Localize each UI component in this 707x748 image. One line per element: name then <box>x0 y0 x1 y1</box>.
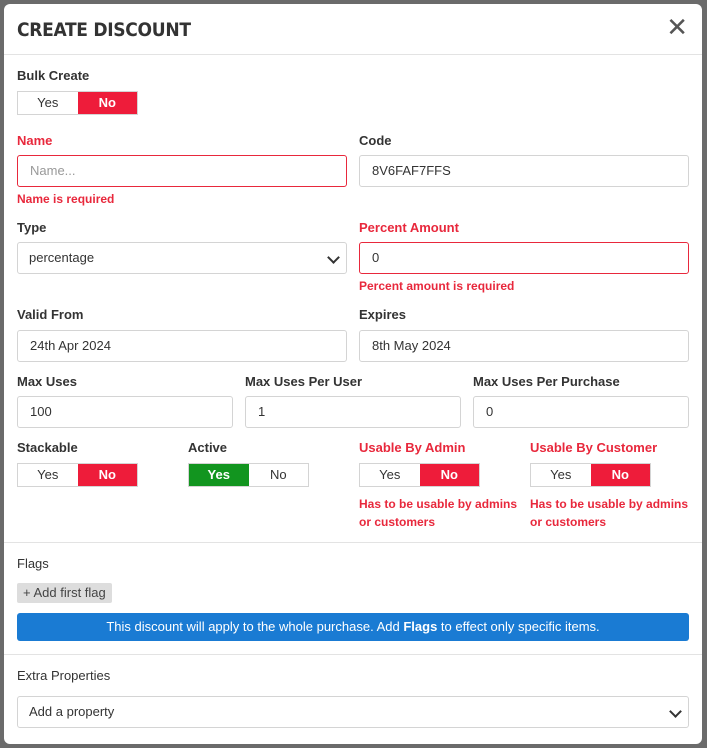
percent-amount-label: Percent Amount <box>359 220 459 235</box>
max-uses-per-purchase-field[interactable]: 0 <box>473 396 689 428</box>
banner-text-post: to effect only specific items. <box>437 619 600 634</box>
usable-by-customer-yes[interactable]: Yes <box>531 464 591 486</box>
banner-text-bold: Flags <box>403 619 438 634</box>
chevron-down-icon <box>669 705 682 718</box>
max-uses-per-user-label: Max Uses Per User <box>245 374 363 389</box>
usable-by-admin-error-1: Has to be usable by admins <box>359 497 518 511</box>
max-uses-per-purchase-label: Max Uses Per Purchase <box>473 374 620 389</box>
usable-by-admin-toggle: Yes No <box>359 463 480 487</box>
stackable-no[interactable]: No <box>77 464 137 486</box>
section-divider <box>4 654 702 655</box>
chevron-down-icon <box>327 251 340 264</box>
bulk-create-yes[interactable]: Yes <box>18 92 78 114</box>
usable-by-admin-yes[interactable]: Yes <box>360 464 420 486</box>
valid-from-field[interactable]: 24th Apr 2024 <box>17 330 347 362</box>
close-icon[interactable]: ✕ <box>666 14 688 40</box>
max-uses-label: Max Uses <box>17 374 77 389</box>
add-property-select-value: Add a property <box>29 704 115 719</box>
usable-by-admin-label: Usable By Admin <box>359 440 466 455</box>
percent-amount-field[interactable]: 0 <box>359 242 689 274</box>
usable-by-admin-error-2: or customers <box>359 515 436 529</box>
valid-from-label: Valid From <box>17 307 84 322</box>
create-discount-modal: CREATE DISCOUNT ✕ Bulk Create Yes No Nam… <box>4 4 702 744</box>
active-toggle: Yes No <box>188 463 309 487</box>
expires-label: Expires <box>359 307 406 322</box>
add-first-flag-label: Add first flag <box>33 585 106 600</box>
bulk-create-label: Bulk Create <box>17 68 90 83</box>
extra-properties-label: Extra Properties <box>17 668 111 683</box>
expires-field[interactable]: 8th May 2024 <box>359 330 689 362</box>
active-label: Active <box>188 440 228 455</box>
bulk-create-toggle: Yes No <box>17 91 138 115</box>
active-no[interactable]: No <box>249 464 309 486</box>
type-select[interactable]: percentage <box>17 242 347 274</box>
code-label: Code <box>359 133 392 148</box>
usable-by-customer-no[interactable]: No <box>590 464 650 486</box>
name-error: Name is required <box>17 192 115 206</box>
section-divider <box>4 542 702 543</box>
max-uses-per-user-field[interactable]: 1 <box>245 396 461 428</box>
max-uses-field[interactable]: 100 <box>17 396 233 428</box>
banner-text-pre: This discount will apply to the whole pu… <box>106 619 404 634</box>
type-label: Type <box>17 220 47 235</box>
add-property-select[interactable]: Add a property <box>17 696 689 728</box>
add-first-flag-button[interactable]: + Add first flag <box>17 583 112 603</box>
plus-icon: + <box>23 585 31 600</box>
type-select-value: percentage <box>29 250 95 265</box>
name-label: Name <box>17 133 53 148</box>
usable-by-customer-toggle: Yes No <box>530 463 651 487</box>
code-field[interactable]: 8V6FAF7FFS <box>359 155 689 187</box>
flags-label: Flags <box>17 556 49 571</box>
name-field[interactable]: Name... <box>17 155 347 187</box>
active-yes[interactable]: Yes <box>189 464 249 486</box>
usable-by-customer-error-2: or customers <box>530 515 607 529</box>
usable-by-customer-error-1: Has to be usable by admins <box>530 497 689 511</box>
bulk-create-no[interactable]: No <box>77 92 137 114</box>
flags-info-banner: This discount will apply to the whole pu… <box>17 613 689 641</box>
stackable-yes[interactable]: Yes <box>18 464 78 486</box>
usable-by-admin-no[interactable]: No <box>419 464 479 486</box>
stackable-label: Stackable <box>17 440 78 455</box>
stackable-toggle: Yes No <box>17 463 138 487</box>
modal-header: CREATE DISCOUNT ✕ <box>4 4 702 55</box>
percent-amount-error: Percent amount is required <box>359 279 515 293</box>
usable-by-customer-label: Usable By Customer <box>530 440 658 455</box>
modal-title: CREATE DISCOUNT <box>17 19 191 41</box>
